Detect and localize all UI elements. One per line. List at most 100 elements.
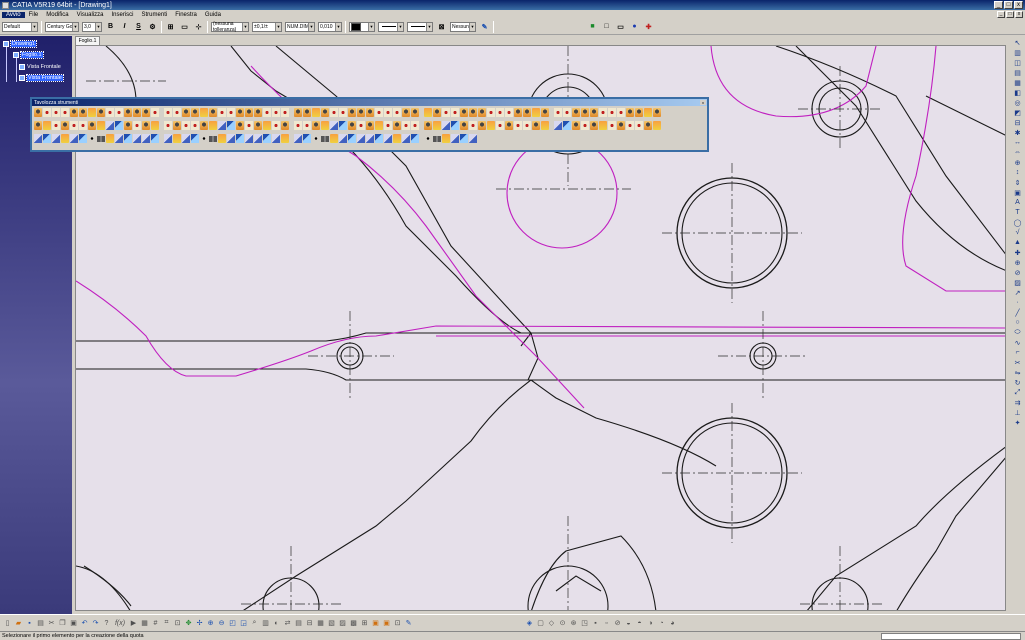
palette-tool-icon[interactable] (209, 135, 217, 142)
line-weight-select[interactable]: ▼ (378, 21, 404, 32)
analysis-icon[interactable]: ⊡ (173, 619, 182, 628)
palette-tool-icon[interactable] (451, 134, 459, 143)
wizard-icon[interactable]: ✱ (1013, 128, 1023, 137)
options-icon[interactable]: ◒ (624, 619, 633, 628)
palette-tool-icon[interactable] (393, 121, 401, 130)
snapshot-icon[interactable]: ◑ (646, 619, 655, 628)
palette-tool-icon[interactable] (133, 108, 141, 117)
new-view-icon[interactable]: ◫ (1013, 58, 1023, 67)
palette-tool-icon[interactable] (523, 108, 531, 117)
palette-tool-icon[interactable] (97, 135, 105, 142)
front-view-icon[interactable]: ▤ (1013, 68, 1023, 77)
palette-tool-icon[interactable] (411, 108, 419, 117)
tree-node-view-1[interactable]: Vista Frontale (19, 64, 61, 70)
palette-tool-icon[interactable] (433, 121, 441, 130)
palette-tool-icon[interactable] (572, 121, 580, 130)
palette-tool-icon[interactable] (644, 121, 652, 130)
palette-tool-icon[interactable] (384, 134, 392, 143)
dimension-icon[interactable]: ↔ (1013, 138, 1023, 147)
update-all-icon[interactable]: ▣ (382, 619, 391, 628)
roughness-icon[interactable]: √ (1013, 228, 1023, 237)
dimension-style-icon[interactable]: ▦ (316, 619, 325, 628)
palette-tool-icon[interactable] (303, 108, 311, 117)
palette-tool-icon[interactable] (294, 121, 302, 130)
palette-tool-icon[interactable] (554, 121, 562, 130)
normal-view-icon[interactable]: ◰ (228, 619, 237, 628)
palette-tool-icon[interactable] (635, 121, 643, 130)
fit-all-icon[interactable]: ✥ (184, 619, 193, 628)
menu-inserisci[interactable]: Inserisci (108, 12, 138, 18)
rotate-icon[interactable]: ↻ (1013, 378, 1023, 387)
geometry-icon[interactable]: ◇ (547, 619, 556, 628)
palette-tool-icon[interactable] (451, 121, 459, 130)
palette-tool-icon[interactable] (245, 108, 253, 117)
palette-tool-icon[interactable] (43, 121, 51, 130)
palette-tool-icon[interactable] (115, 108, 123, 117)
tolerance-icon[interactable]: ⊕ (1013, 158, 1023, 167)
table-tool-icon[interactable]: ▩ (349, 619, 358, 628)
view-rotate-icon[interactable]: ⊛ (569, 619, 578, 628)
menu-avvio[interactable]: Avvio (2, 11, 25, 18)
detail-view-icon[interactable]: ◎ (1013, 98, 1023, 107)
palette-tool-icon[interactable] (424, 108, 432, 117)
sketcher-icon[interactable]: ⊟ (305, 619, 314, 628)
palette-tool-icon[interactable] (469, 134, 477, 143)
pan-icon[interactable]: ✢ (195, 619, 204, 628)
sheet-view-icon[interactable]: ▥ (1013, 48, 1023, 57)
eu-flag-icon[interactable]: ● (629, 21, 640, 32)
palette-tool-icon[interactable] (554, 108, 562, 117)
palette-tool-icon[interactable] (272, 121, 280, 130)
tolerance-select[interactable]: (nessuna tolleranza) ▼ (211, 21, 249, 33)
macro-icon[interactable]: ▶ (129, 619, 138, 628)
palette-tool-icon[interactable] (191, 134, 199, 143)
export-icon[interactable]: ◕ (668, 619, 677, 628)
scale-icon[interactable]: ⤢ (1013, 388, 1023, 397)
palette-tool-icon[interactable] (523, 121, 531, 130)
painter-icon[interactable]: ✎ (479, 21, 490, 32)
palette-tool-icon[interactable] (88, 134, 96, 143)
palette-tool-icon[interactable] (151, 108, 159, 117)
object-icon[interactable]: ▪ (591, 619, 600, 628)
area-fill-icon[interactable]: ▨ (1013, 278, 1023, 287)
palette-tool-icon[interactable] (375, 121, 383, 130)
palette-tool-icon[interactable] (218, 121, 226, 130)
section-view-icon[interactable]: ◧ (1013, 88, 1023, 97)
palette-tool-icon[interactable] (263, 108, 271, 117)
palette-tool-icon[interactable] (626, 108, 634, 117)
palette-tool-icon[interactable] (366, 108, 374, 117)
tree-node-sheet[interactable]: Foglio.1 (13, 51, 44, 59)
palette-tool-icon[interactable] (644, 108, 652, 117)
hide-show-icon[interactable]: ◐ (272, 619, 281, 628)
palette-tool-icon[interactable] (182, 121, 190, 130)
doc-minimize-button[interactable]: _ (997, 11, 1005, 18)
palette-tool-icon[interactable] (200, 121, 208, 130)
weld-icon[interactable]: ▲ (1013, 238, 1023, 247)
palette-tool-icon[interactable] (151, 134, 159, 143)
open-icon[interactable]: ▰ (14, 619, 23, 628)
palette-tool-icon[interactable] (541, 121, 549, 130)
paste-icon[interactable]: ▣ (69, 619, 78, 628)
palette-tool-icon[interactable] (164, 134, 172, 143)
axis-line-icon[interactable]: ✚ (1013, 248, 1023, 257)
palette-tool-icon[interactable] (469, 121, 477, 130)
chained-dimension-icon[interactable]: ⇔ (1013, 148, 1023, 157)
palette-tool-icon[interactable] (61, 121, 69, 130)
palette-tool-icon[interactable] (61, 108, 69, 117)
orient-icon[interactable]: ⊙ (558, 619, 567, 628)
palette-tool-icon[interactable] (514, 108, 522, 117)
palette-tool-icon[interactable] (330, 121, 338, 130)
palette-tool-icon[interactable] (339, 121, 347, 130)
clipping-view-icon[interactable]: ◩ (1013, 108, 1023, 117)
palette-tool-icon[interactable] (608, 121, 616, 130)
palette-tool-icon[interactable] (164, 108, 172, 117)
palette-tool-icon[interactable] (106, 134, 114, 143)
palette-tool-icon[interactable] (339, 108, 347, 117)
menu-modifica[interactable]: Modifica (42, 12, 72, 18)
palette-tool-icon[interactable] (393, 108, 401, 117)
grid-icon[interactable]: # (151, 619, 160, 628)
palette-tool-icon[interactable] (303, 121, 311, 130)
palette-tool-icon[interactable] (281, 121, 289, 130)
palette-tool-icon[interactable] (626, 121, 634, 130)
palette-tool-icon[interactable] (173, 108, 181, 117)
palette-tool-icon[interactable] (70, 108, 78, 117)
